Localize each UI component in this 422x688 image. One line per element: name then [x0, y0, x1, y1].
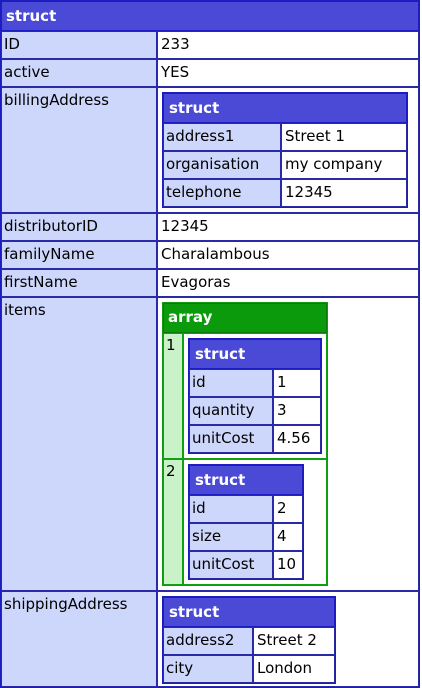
item-2-value-id: 2 — [273, 495, 303, 523]
shipping-address-struct: struct address2 Street 2 city London — [162, 596, 336, 684]
field-value-shipping-address: struct address2 Street 2 city London — [157, 591, 419, 687]
field-key-family-name[interactable]: familyName — [1, 241, 157, 269]
billing-address-row: telephone 12345 — [163, 179, 407, 207]
field-row-items: items array 1 struct id 1 quantity 3 uni… — [1, 297, 419, 591]
array-index-2[interactable]: 2 — [163, 459, 183, 585]
shipping-address-row: address2 Street 2 — [163, 627, 335, 655]
shipping-address-value-city: London — [253, 655, 335, 683]
billing-address-row: address1 Street 1 — [163, 123, 407, 151]
items-array: array 1 struct id 1 quantity 3 unitCost … — [162, 302, 328, 586]
root-struct-header[interactable]: struct — [1, 1, 419, 31]
billing-address-value-organisation: my company — [281, 151, 407, 179]
item-1-value-quantity: 3 — [273, 397, 321, 425]
item-1-struct-header[interactable]: struct — [189, 339, 321, 369]
field-row-shipping-address: shippingAddress struct address2 Street 2… — [1, 591, 419, 687]
shipping-address-key-city[interactable]: city — [163, 655, 253, 683]
field-value-id: 233 — [157, 31, 419, 59]
billing-address-row: organisation my company — [163, 151, 407, 179]
item-1-struct: struct id 1 quantity 3 unitCost 4.56 — [188, 338, 322, 454]
array-index-1[interactable]: 1 — [163, 333, 183, 459]
shipping-address-key-address2[interactable]: address2 — [163, 627, 253, 655]
field-key-distributor-id[interactable]: distributorID — [1, 213, 157, 241]
array-element-value-2: struct id 2 size 4 unitCost 10 — [183, 459, 327, 585]
field-value-active: YES — [157, 59, 419, 87]
item-1-row: quantity 3 — [189, 397, 321, 425]
field-row-id: ID 233 — [1, 31, 419, 59]
array-element: 2 struct id 2 size 4 unitCost 10 — [163, 459, 327, 585]
item-1-value-unit-cost: 4.56 — [273, 425, 321, 453]
billing-address-key-telephone[interactable]: telephone — [163, 179, 281, 207]
item-2-row: id 2 — [189, 495, 303, 523]
field-row-billing-address: billingAddress struct address1 Street 1 … — [1, 87, 419, 213]
item-1-key-id[interactable]: id — [189, 369, 273, 397]
root-struct-table: struct ID 233 active YES billingAddress … — [0, 0, 420, 688]
billing-address-struct: struct address1 Street 1 organisation my… — [162, 92, 408, 208]
billing-address-value-telephone: 12345 — [281, 179, 407, 207]
field-row-active: active YES — [1, 59, 419, 87]
item-1-value-id: 1 — [273, 369, 321, 397]
field-key-billing-address[interactable]: billingAddress — [1, 87, 157, 213]
item-1-key-quantity[interactable]: quantity — [189, 397, 273, 425]
field-value-billing-address: struct address1 Street 1 organisation my… — [157, 87, 419, 213]
billing-address-value-address1: Street 1 — [281, 123, 407, 151]
field-value-first-name: Evagoras — [157, 269, 419, 297]
array-element: 1 struct id 1 quantity 3 unitCost 4.56 — [163, 333, 327, 459]
item-2-struct-header[interactable]: struct — [189, 465, 303, 495]
field-value-family-name: Charalambous — [157, 241, 419, 269]
shipping-address-row: city London — [163, 655, 335, 683]
field-key-id[interactable]: ID — [1, 31, 157, 59]
item-2-key-size[interactable]: size — [189, 523, 273, 551]
item-2-key-unit-cost[interactable]: unitCost — [189, 551, 273, 579]
field-row-family-name: familyName Charalambous — [1, 241, 419, 269]
field-value-distributor-id: 12345 — [157, 213, 419, 241]
billing-address-key-address1[interactable]: address1 — [163, 123, 281, 151]
item-1-row: id 1 — [189, 369, 321, 397]
items-array-header[interactable]: array — [163, 303, 327, 333]
field-key-first-name[interactable]: firstName — [1, 269, 157, 297]
struct-dump-viewer: struct ID 233 active YES billingAddress … — [0, 0, 422, 688]
array-element-value-1: struct id 1 quantity 3 unitCost 4.56 — [183, 333, 327, 459]
item-1-key-unit-cost[interactable]: unitCost — [189, 425, 273, 453]
field-key-items[interactable]: items — [1, 297, 157, 591]
item-2-struct: struct id 2 size 4 unitCost 10 — [188, 464, 304, 580]
item-1-row: unitCost 4.56 — [189, 425, 321, 453]
item-2-key-id[interactable]: id — [189, 495, 273, 523]
field-key-active[interactable]: active — [1, 59, 157, 87]
shipping-address-struct-header[interactable]: struct — [163, 597, 335, 627]
field-row-distributor-id: distributorID 12345 — [1, 213, 419, 241]
item-2-value-size: 4 — [273, 523, 303, 551]
field-value-items: array 1 struct id 1 quantity 3 unitCost … — [157, 297, 419, 591]
field-key-shipping-address[interactable]: shippingAddress — [1, 591, 157, 687]
item-2-value-unit-cost: 10 — [273, 551, 303, 579]
item-2-row: unitCost 10 — [189, 551, 303, 579]
billing-address-key-organisation[interactable]: organisation — [163, 151, 281, 179]
shipping-address-value-address2: Street 2 — [253, 627, 335, 655]
item-2-row: size 4 — [189, 523, 303, 551]
billing-address-struct-header[interactable]: struct — [163, 93, 407, 123]
field-row-first-name: firstName Evagoras — [1, 269, 419, 297]
